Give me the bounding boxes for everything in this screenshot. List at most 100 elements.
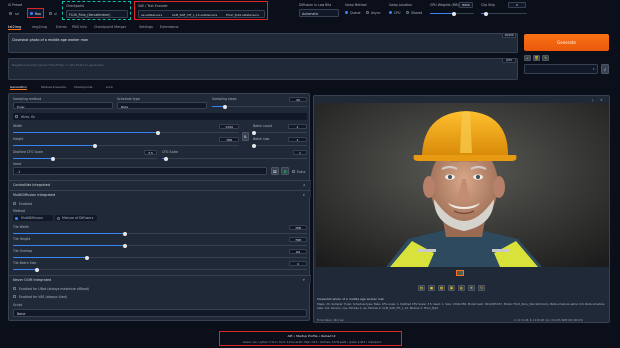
tile-overlap-slider[interactable] [13, 255, 307, 260]
startup-profile-link[interactable]: Startup Profile [296, 334, 317, 338]
palette-icon[interactable]: ◐ [458, 285, 465, 291]
distilled-cfg-input[interactable]: 3.5 [144, 150, 157, 155]
swap-location-cpu[interactable]: CPU [389, 10, 405, 16]
clip-skip-input[interactable]: 2 [508, 2, 526, 8]
ui-preset-flux[interactable]: flux [27, 8, 44, 18]
vae-chip[interactable]: CLIP_SAE_VIT_L_14.safetensors [172, 13, 220, 17]
multidiffusion-accordion[interactable]: MultiDiffusion Integrated ▾ [9, 190, 311, 198]
clip-skip-slider[interactable] [481, 11, 527, 16]
height-knob[interactable] [93, 143, 97, 148]
tab-extras[interactable]: Extras [56, 25, 67, 29]
api-link[interactable]: API [288, 334, 293, 338]
method-multidiffusion[interactable]: MultiDiffusion [13, 215, 53, 221]
negative-prompt-input[interactable]: Negative prompt (press Ctrl+Enter or Alt… [8, 58, 518, 80]
star-icon[interactable]: ★ [468, 285, 475, 291]
sampling-steps-knob[interactable] [223, 104, 227, 109]
image-icon[interactable]: ▣ [448, 285, 455, 291]
tile-width-slider[interactable] [13, 231, 307, 236]
distilled-cfg-knob[interactable] [51, 156, 55, 161]
tile-height-knob[interactable] [123, 243, 127, 248]
schedule-type-select[interactable]: Beta [117, 102, 207, 109]
output-thumbnail[interactable] [456, 270, 464, 276]
swap-method-async[interactable]: Async [366, 10, 384, 16]
trash-icon[interactable]: 🗑 [533, 55, 540, 61]
tab-png-info[interactable]: PNG Info [72, 25, 87, 29]
generate-button[interactable]: Generate [524, 34, 609, 51]
hires-fix-toggle[interactable]: Hires. fix [13, 113, 307, 120]
multidiffusion-enabled[interactable]: Enabled [13, 201, 53, 206]
tab-txt2img[interactable]: txt2img [8, 25, 22, 30]
close-icon[interactable]: ✕ [600, 98, 603, 102]
subtab-checkpoints[interactable]: Checkpoints [74, 85, 92, 89]
cfg-input[interactable]: 1 [293, 150, 307, 155]
swap-dimensions-button[interactable]: ⇅ [242, 132, 249, 141]
seed-input[interactable]: -1 [13, 167, 267, 175]
batch-count-input[interactable]: 1 [288, 124, 307, 129]
tile-overlap-input[interactable]: 64 [289, 249, 307, 254]
vae-chip[interactable]: t5xxl_fp16.safetensors [226, 13, 262, 17]
refresh-icon[interactable]: ↻ [478, 285, 485, 291]
height-input[interactable]: 768 [219, 137, 239, 142]
tab-checkpoint-merger[interactable]: Checkpoint Merger [94, 25, 126, 29]
tab-settings[interactable]: Settings [139, 25, 153, 29]
checkpoint-select[interactable]: FLUX_Rina_(Xercaltimism) [66, 10, 128, 18]
width-knob[interactable] [156, 130, 160, 135]
cfg-slider[interactable] [162, 156, 307, 161]
tile-height-slider[interactable] [13, 243, 307, 248]
dice-icon[interactable]: ⚄ [271, 167, 279, 175]
batch-count-knob[interactable] [252, 130, 256, 135]
output-image[interactable] [316, 103, 609, 267]
batch-count-slider[interactable] [252, 130, 307, 135]
vae-select[interactable]: ae.safetensors CLIP_SAE_VIT_L_14.safeten… [138, 10, 265, 18]
ui-preset-xl[interactable]: xl [48, 9, 62, 17]
batch-size-slider[interactable] [252, 143, 307, 148]
gpu-weights-input[interactable]: 8950 [459, 2, 473, 8]
subtab-generation[interactable]: Generation [10, 85, 27, 90]
width-input[interactable]: 1344 [219, 124, 239, 129]
method-mixture[interactable]: Mixture of Diffusers [55, 215, 97, 221]
diffusion-select[interactable]: Automatic [299, 9, 339, 17]
sampling-method-select[interactable]: Euler [13, 102, 113, 109]
styles-select[interactable]: ▾ [524, 64, 598, 74]
vae-chip[interactable]: ae.safetensors [141, 13, 167, 17]
distilled-cfg-slider[interactable] [13, 156, 157, 161]
batch-size-input[interactable]: 1 [288, 137, 307, 142]
extra-seed-toggle[interactable]: Extra [292, 169, 308, 174]
ui-preset-sd[interactable]: sd [8, 9, 24, 17]
subtab-lora[interactable]: Lora [106, 85, 113, 89]
apply-style-button[interactable]: ✓ [601, 64, 609, 74]
swap-method-queue[interactable]: Queue [345, 10, 365, 16]
save-icon[interactable]: ◼ [428, 285, 435, 291]
gpu-weights-slider[interactable] [430, 11, 474, 16]
tile-overlap-knob[interactable] [85, 255, 89, 260]
tile-batch-knob[interactable] [35, 267, 39, 272]
zip-icon[interactable]: ▦ [438, 285, 445, 291]
tab-extensions[interactable]: Extensions [160, 25, 178, 29]
height-slider[interactable] [13, 143, 239, 148]
clip-skip-knob[interactable] [484, 11, 488, 16]
never-oom-vae[interactable]: Enabled for VAE (always tiled) [13, 294, 143, 299]
sampling-steps-slider[interactable] [212, 104, 307, 109]
controlnet-accordion[interactable]: ControlNet Integrated ◂ [9, 180, 311, 188]
prompt-input[interactable]: Closeshot photo of a middle age worker m… [8, 33, 518, 53]
download-icon[interactable]: ⤓ [592, 98, 594, 102]
subtab-textual-inversion[interactable]: Textual Inversion [41, 85, 66, 89]
tile-batch-input[interactable]: 4 [289, 261, 307, 266]
tile-width-knob[interactable] [123, 231, 127, 236]
never-oom-accordion[interactable]: Never OOM Integrated ▾ [9, 275, 311, 283]
cfg-knob[interactable] [164, 156, 168, 161]
reload-ui-link[interactable]: Reload UI [321, 334, 335, 338]
folder-icon[interactable]: ▤ [418, 285, 425, 291]
script-select[interactable]: None [13, 309, 307, 317]
tile-width-input[interactable]: 768 [289, 225, 307, 230]
paste-icon[interactable]: ↙ [524, 55, 531, 61]
tab-img2img[interactable]: img2img [32, 25, 47, 29]
edit-icon[interactable]: ✎ [542, 55, 549, 61]
swap-location-shared[interactable]: Shared [406, 10, 426, 16]
never-oom-unet[interactable]: Enabled for UNet (always maximize offloa… [13, 286, 143, 291]
width-slider[interactable] [13, 130, 239, 135]
recycle-icon[interactable]: ♻ [281, 167, 289, 175]
tile-batch-slider[interactable] [13, 267, 307, 272]
tile-height-input[interactable]: 768 [289, 237, 307, 242]
gpu-weights-knob[interactable] [452, 11, 456, 16]
